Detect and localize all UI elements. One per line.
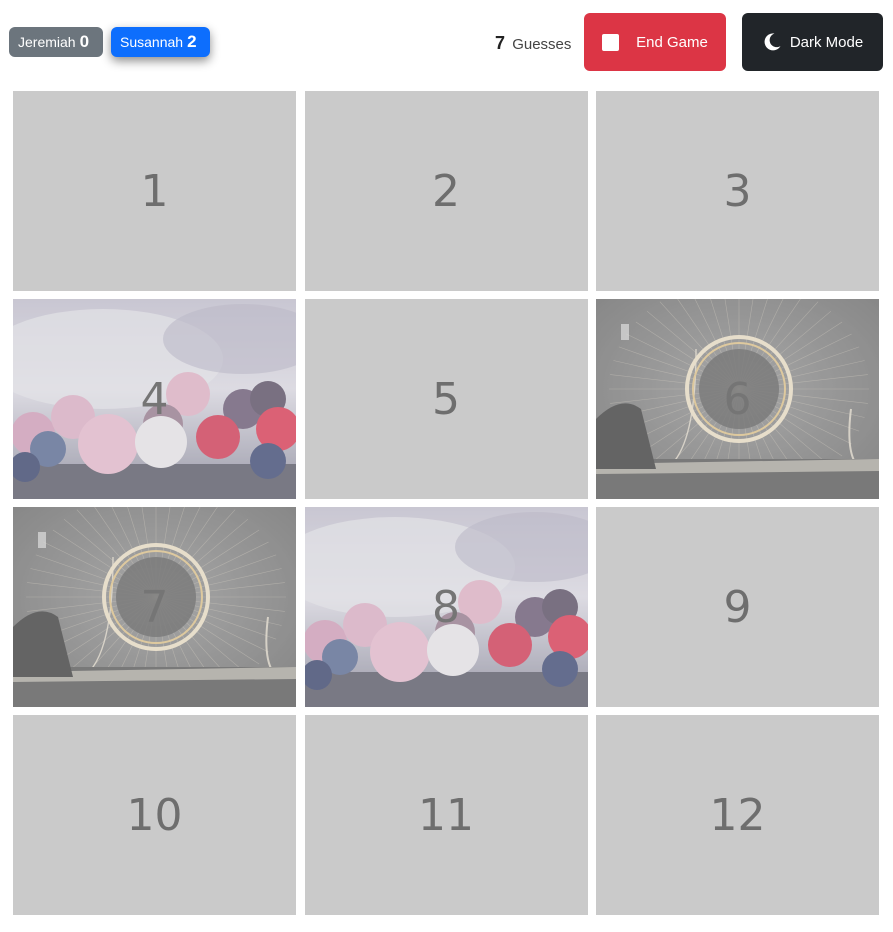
stop-icon <box>602 33 620 51</box>
card-number: 9 <box>723 581 752 633</box>
card-1[interactable]: 1 <box>13 91 296 291</box>
frozen-berries-image <box>304 507 588 707</box>
card-8: 8 <box>304 507 588 707</box>
card-number: 1 <box>140 165 169 217</box>
card-number: 3 <box>723 165 752 217</box>
dark-mode-label: Dark Mode <box>789 33 864 51</box>
steel-wool-sparks-image <box>13 507 296 707</box>
dark-mode-button[interactable]: Dark Mode <box>742 13 883 71</box>
card-5[interactable]: 5 <box>304 299 588 499</box>
guess-counter: 7 Guesses <box>495 33 571 54</box>
steel-wool-sparks-image <box>596 299 879 499</box>
player-badge-jeremiah: Jeremiah 0 <box>9 27 103 57</box>
game-header: Jeremiah 0 Susannah 2 7 Guesses End Game… <box>0 0 893 88</box>
card-12[interactable]: 12 <box>596 715 879 915</box>
frozen-berries-image <box>13 299 296 499</box>
card-number: 4 <box>140 373 169 425</box>
end-game-label: End Game <box>636 33 708 51</box>
card-number: 2 <box>432 165 460 217</box>
card-number: 6 <box>723 373 752 425</box>
player-score: 2 <box>187 32 197 51</box>
card-2[interactable]: 2 <box>304 91 588 291</box>
card-number: 11 <box>418 789 474 841</box>
card-3[interactable]: 3 <box>596 91 879 291</box>
player-name: Susannah <box>120 34 184 50</box>
moon-icon <box>762 32 782 52</box>
card-7: 7 <box>13 507 296 707</box>
card-number: 8 <box>432 581 460 633</box>
guess-label: Guesses <box>512 36 572 53</box>
card-number: 5 <box>432 373 460 425</box>
card-grid: 123 45 6 7 8 9 10 11 12 <box>13 91 879 915</box>
card-number: 10 <box>126 789 183 841</box>
player-name: Jeremiah <box>18 34 76 50</box>
player-score: 0 <box>79 32 90 51</box>
guess-count: 7 <box>495 33 506 53</box>
card-number: 12 <box>709 789 766 841</box>
card-9[interactable]: 9 <box>596 507 879 707</box>
player-badge-susannah: Susannah 2 <box>111 27 210 57</box>
card-10[interactable]: 10 <box>13 715 296 915</box>
card-number: 7 <box>140 581 169 633</box>
card-6: 6 <box>596 299 879 499</box>
card-4: 4 <box>13 299 296 499</box>
card-11[interactable]: 11 <box>304 715 588 915</box>
end-game-button[interactable]: End Game <box>584 13 726 71</box>
